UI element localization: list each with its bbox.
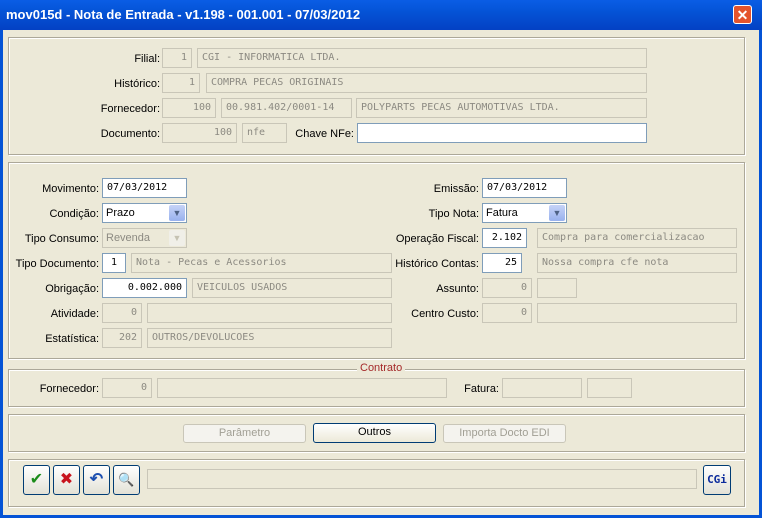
historico-code-field: 1	[162, 73, 200, 93]
centro-custo-label: Centro Custo:	[411, 308, 479, 320]
filial-label: Filial:	[134, 53, 160, 65]
historico-name-field: COMPRA PECAS ORIGINAIS	[206, 73, 647, 93]
condicao-label: Condição:	[49, 208, 99, 220]
historico-contas-input[interactable]: 25	[482, 253, 522, 273]
tipo-documento-label: Tipo Documento:	[15, 258, 99, 270]
cancel-button[interactable]: ✖	[53, 465, 80, 495]
fornecedor-name-field: POLYPARTS PECAS AUTOMOTIVAS LTDA.	[356, 98, 647, 118]
obrigacao-desc: VEICULOS USADOS	[192, 278, 392, 298]
contrato-fornecedor-label: Fornecedor:	[39, 383, 99, 395]
atividade-label: Atividade:	[50, 308, 99, 320]
tipo-documento-input[interactable]: 1	[102, 253, 126, 273]
cgi-logo-button[interactable]: CGi	[703, 465, 731, 495]
chevron-down-icon: ▼	[169, 230, 185, 246]
historico-contas-label: Histórico Contas:	[395, 258, 479, 270]
parametro-button[interactable]: Parâmetro	[183, 424, 306, 443]
cgi-logo-icon: CGi	[707, 473, 727, 486]
obrigacao-label: Obrigação:	[45, 283, 99, 295]
centro-custo-desc	[537, 303, 737, 323]
fornecedor-code-field: 100	[162, 98, 216, 118]
assunto-code: 0	[482, 278, 532, 298]
historico-contas-desc: Nossa compra cfe nota	[537, 253, 737, 273]
operacao-fiscal-label: Operação Fiscal:	[395, 233, 479, 245]
tipo-documento-desc: Nota - Pecas e Acessorios	[131, 253, 392, 273]
obrigacao-input[interactable]: 0.002.000	[102, 278, 187, 298]
assunto-label: Assunto:	[436, 283, 479, 295]
fornecedor-cnpj-field: 00.981.402/0001-14	[221, 98, 352, 118]
chave-nfe-input[interactable]	[357, 123, 647, 143]
close-icon: ✕	[736, 7, 749, 23]
fatura-field	[502, 378, 582, 398]
importa-docto-edi-button[interactable]: Importa Docto EDI	[443, 424, 566, 443]
tipo-consumo-select: Revenda ▼	[102, 228, 187, 248]
window-title: mov015d - Nota de Entrada - v1.198 - 001…	[6, 7, 361, 22]
assunto-desc	[537, 278, 577, 298]
undo-button[interactable]: ↶	[83, 465, 110, 495]
fatura-label: Fatura:	[464, 383, 499, 395]
confirm-button[interactable]: ✔	[23, 465, 50, 495]
estatistica-desc: OUTROS/DEVOLUCOES	[147, 328, 392, 348]
operacao-fiscal-desc: Compra para comercializacao	[537, 228, 737, 248]
filial-name-field: CGI - INFORMATICA LTDA.	[197, 48, 647, 68]
fornecedor-label: Fornecedor:	[100, 103, 160, 115]
close-button[interactable]: ✕	[733, 5, 752, 24]
condicao-value: Prazo	[106, 207, 135, 219]
centro-custo-code: 0	[482, 303, 532, 323]
title-bar: mov015d - Nota de Entrada - v1.198 - 001…	[0, 0, 762, 30]
estatistica-code: 202	[102, 328, 142, 348]
tipo-consumo-label: Tipo Consumo:	[24, 233, 99, 245]
search-button[interactable]: 🔍	[113, 465, 140, 495]
tipo-consumo-value: Revenda	[106, 232, 151, 244]
filial-code-field: 1	[162, 48, 192, 68]
emissao-label: Emissão:	[433, 183, 479, 195]
emissao-input[interactable]: 07/03/2012	[482, 178, 567, 198]
tipo-nota-label: Tipo Nota:	[428, 208, 479, 220]
atividade-code: 0	[102, 303, 142, 323]
condicao-select[interactable]: Prazo ▼	[102, 203, 187, 223]
tipo-nota-value: Fatura	[486, 207, 518, 219]
contrato-fornecedor-name	[157, 378, 447, 398]
documento-number-field: 100	[162, 123, 237, 143]
search-icon: 🔍	[118, 472, 135, 487]
historico-label: Histórico:	[114, 78, 160, 90]
movimento-input[interactable]: 07/03/2012	[102, 178, 187, 198]
movimento-label: Movimento:	[42, 183, 99, 195]
cancel-icon: ✖	[59, 471, 74, 488]
chevron-down-icon: ▼	[549, 205, 565, 221]
tipo-nota-select[interactable]: Fatura ▼	[482, 203, 567, 223]
outros-button[interactable]: Outros	[313, 423, 436, 443]
fatura-extra-field	[587, 378, 632, 398]
contrato-fornecedor-code: 0	[102, 378, 152, 398]
chave-nfe-label: Chave NFe:	[295, 128, 354, 140]
contrato-legend: Contrato	[357, 362, 406, 374]
documento-label: Documento:	[100, 128, 160, 140]
operacao-fiscal-input[interactable]: 2.102	[482, 228, 527, 248]
undo-icon: ↶	[89, 471, 104, 488]
estatistica-label: Estatística:	[45, 333, 99, 345]
check-icon: ✔	[29, 471, 44, 488]
status-bar	[147, 469, 697, 489]
atividade-desc	[147, 303, 392, 323]
chevron-down-icon: ▼	[169, 205, 185, 221]
